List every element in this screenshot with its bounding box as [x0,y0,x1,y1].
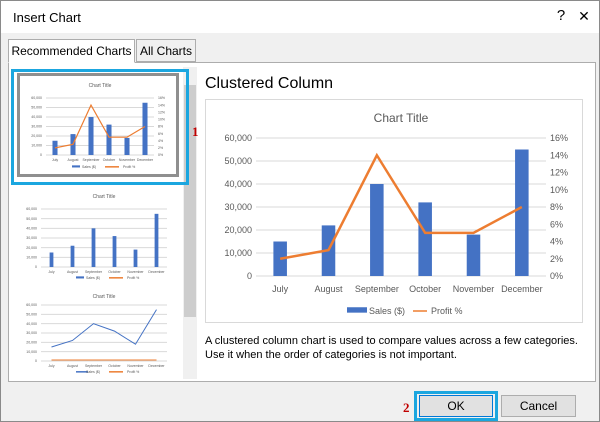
close-button[interactable]: ✕ [573,5,595,27]
tab-recommended-charts[interactable]: Recommended Charts [8,39,135,63]
y2-tick-label: 6% [550,219,563,229]
y-tick-label: 20,000 [26,341,37,345]
x-tick-label: December [501,284,543,294]
legend-label-profit: Profit % [127,276,139,280]
y-tick-label: 50,000 [26,313,37,317]
legend-label-profit: Profit % [431,306,463,316]
sales-bar [515,149,529,276]
sales-bar [133,249,138,267]
step-marker-2: 2 [403,400,410,415]
x-tick-label: November [127,364,144,368]
x-tick-label: October [108,270,121,274]
legend-label-sales: Sales ($) [369,306,405,316]
x-tick-label: September [85,270,103,274]
y-tick-label: 40,000 [26,322,37,326]
x-tick-label: August [67,270,78,274]
x-tick-label: July [48,364,54,368]
legend-swatch-sales [76,276,84,279]
legend-swatch-sales [347,307,367,313]
legend-label-sales: Sales ($) [86,276,100,280]
chart-description: A clustered column chart is used to comp… [205,335,578,361]
selection-highlight [11,69,189,185]
sales-bar [91,228,96,267]
sales-line [51,309,157,348]
x-tick-label: August [314,284,343,294]
chart-title: Chart Title [93,294,116,300]
legend-label-profit: Profit % [127,370,139,374]
sales-bar [70,245,75,267]
x-tick-label: August [67,364,78,368]
y-tick-label: 10,000 [26,256,37,260]
help-button[interactable]: ? [551,5,571,27]
x-tick-label: December [148,270,165,274]
y2-tick-label: 14% [550,150,568,160]
sales-bar [49,252,54,267]
sales-bar [370,184,384,276]
y-tick-label: 0 [35,359,37,363]
chart-title: Chart Title [93,194,116,200]
y2-tick-label: 0% [550,271,563,281]
cancel-button[interactable]: Cancel [501,395,576,417]
y-tick-label: 0 [247,271,252,281]
chart-type-heading: Clustered Column [205,75,334,92]
insert-chart-dialog: Insert Chart ? ✕ Recommended Charts All … [0,0,600,422]
thumbnail-clustered-column[interactable]: Chart Title 0 10,000 20,000 30,000 40,000 50,0… [17,187,179,291]
y-tick-label: 50,000 [26,217,37,221]
y-tick-label: 40,000 [224,179,252,189]
ok-button[interactable]: OK [419,395,493,417]
chart-title: Chart Title [374,111,429,125]
y2-tick-label: 8% [550,202,563,212]
y2-tick-label: 16% [550,133,568,143]
sales-bar [466,234,481,276]
dialog-title: Insert Chart [13,10,81,25]
x-tick-label: September [355,284,399,294]
y-tick-label: 20,000 [26,246,37,250]
sales-bar [418,202,432,276]
chart-preview: Chart Title 0 10,000 20,000 30,000 40,000 50,0… [205,99,583,323]
y2-tick-label: 2% [550,254,563,264]
y-tick-label: 30,000 [26,236,37,240]
tab-all-charts[interactable]: All Charts [136,39,196,62]
y-tick-label: 10,000 [224,248,252,258]
sales-bar [112,236,117,267]
y-tick-label: 60,000 [26,303,37,307]
x-tick-label: November [453,284,495,294]
y-tick-label: 60,000 [224,133,252,143]
y-tick-label: 50,000 [224,156,252,166]
y-tick-label: 60,000 [26,207,37,211]
y-tick-label: 30,000 [224,202,252,212]
y-tick-label: 0 [35,265,37,269]
y2-tick-label: 4% [550,237,563,247]
step-marker-1: 1 [192,124,199,139]
x-tick-label: September [85,364,103,368]
x-tick-label: July [272,284,289,294]
x-tick-label: November [127,270,144,274]
thumbnail-line[interactable]: Chart Title 0 10,000 20,000 30,000 40,000 50,0… [17,289,179,379]
x-tick-label: December [148,364,165,368]
x-tick-label: July [48,270,54,274]
y-tick-label: 30,000 [26,331,37,335]
y-tick-label: 10,000 [26,350,37,354]
y-tick-label: 40,000 [26,227,37,231]
y2-tick-label: 12% [550,168,568,178]
title-bar: Insert Chart ? ✕ [1,1,599,33]
x-tick-label: October [108,364,121,368]
sales-bar [154,213,159,267]
legend-label-sales: Sales ($) [86,370,100,374]
y-tick-label: 20,000 [224,225,252,235]
y2-tick-label: 10% [550,185,568,195]
x-tick-label: October [409,284,441,294]
